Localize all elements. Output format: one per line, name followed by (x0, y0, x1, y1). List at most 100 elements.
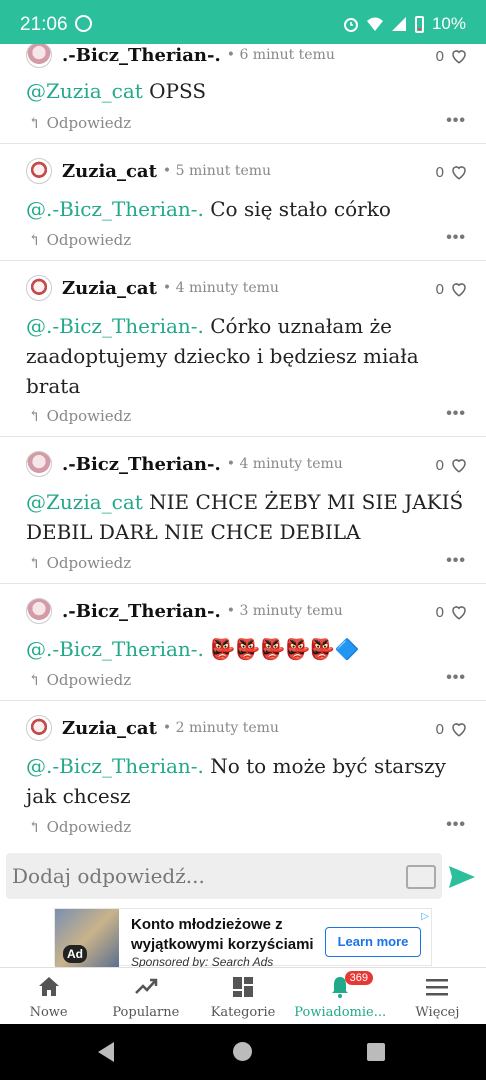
like-button[interactable]: 0 (436, 456, 468, 474)
mention-link[interactable]: @.-Bicz_Therian-. (26, 197, 204, 221)
comment-author[interactable]: .-Bicz_Therian-. (62, 45, 221, 66)
grid-icon (233, 977, 253, 997)
comment-time-value: 4 minuty temu (239, 456, 343, 472)
like-count: 0 (435, 47, 444, 65)
avatar[interactable] (26, 275, 52, 301)
tab-label: Popularne (112, 1005, 180, 1020)
tab-powiadomienia[interactable]: 369 Powiadomie... (292, 968, 389, 1024)
like-count: 0 (435, 720, 444, 738)
tab-nowe[interactable]: Nowe (0, 968, 97, 1024)
ad-card[interactable]: Ad Konto młodzieżowe z wyjątkowymi korzy… (54, 908, 432, 969)
comment-header: Zuzia_cat • 5 minut temu (26, 158, 271, 184)
comment-author[interactable]: Zuzia_cat (62, 278, 157, 299)
tab-kategorie[interactable]: Kategorie (194, 968, 291, 1024)
reply-button[interactable]: ↰ Odpowiedz (28, 671, 131, 689)
back-icon[interactable] (98, 1042, 114, 1062)
like-button[interactable]: 0 (436, 163, 468, 181)
learn-more-button[interactable]: Learn more (325, 927, 421, 957)
ad-badge: Ad (63, 945, 87, 963)
reply-label: Odpowiedz (46, 671, 132, 689)
comment-header: Zuzia_cat • 4 minuty temu (26, 275, 279, 301)
home-button-icon[interactable] (233, 1042, 252, 1061)
tab-wiecej[interactable]: Więcej (389, 968, 486, 1024)
reply-label: Odpowiedz (46, 554, 132, 572)
heart-icon (452, 283, 466, 297)
comment-text: 👺👺👺👺👺🔷 (210, 637, 360, 661)
recents-icon[interactable] (367, 1043, 385, 1061)
comment-author[interactable]: .-Bicz_Therian-. (62, 601, 221, 622)
comment-body: @Zuzia_cat OPSS (26, 76, 464, 106)
more-options-icon[interactable]: ••• (446, 552, 466, 570)
comment-author[interactable]: .-Bicz_Therian-. (62, 454, 221, 475)
menu-icon (426, 979, 449, 996)
adchoices-icon[interactable]: ▷ (421, 911, 429, 922)
ad-title[interactable]: Konto młodzieżowe z wyjątkowymi korzyści… (131, 915, 331, 955)
avatar[interactable] (26, 158, 52, 184)
like-button[interactable]: 0 (436, 603, 468, 621)
comment-time: • 2 minuty temu (162, 720, 279, 736)
reply-button[interactable]: ↰ Odpowiedz (28, 554, 131, 572)
comment-item: Zuzia_cat • 2 minuty temu 0 @.-Bicz_Ther… (0, 701, 486, 849)
reply-input[interactable]: Dodaj odpowiedź... (6, 853, 442, 899)
reply-icon: ↰ (28, 231, 41, 249)
reply-label: Odpowiedz (46, 818, 132, 836)
comment-header: .-Bicz_Therian-. • 6 minut temu (26, 44, 335, 68)
mention-link[interactable]: @Zuzia_cat (26, 490, 143, 514)
comment-time-value: 4 minuty temu (175, 280, 279, 296)
send-icon[interactable] (448, 865, 476, 889)
comment-time: • 6 minut temu (226, 47, 335, 63)
tab-popularne[interactable]: Popularne (97, 968, 194, 1024)
comment-item: Zuzia_cat • 4 minuty temu 0 @.-Bicz_Ther… (0, 261, 486, 437)
mention-link[interactable]: @Zuzia_cat (26, 79, 143, 103)
comment-text: OPSS (149, 79, 207, 103)
reply-button[interactable]: ↰ Odpowiedz (28, 231, 131, 249)
avatar[interactable] (26, 715, 52, 741)
like-button[interactable]: 0 (436, 47, 468, 65)
reply-button[interactable]: ↰ Odpowiedz (28, 114, 131, 132)
avatar[interactable] (26, 598, 52, 624)
mention-link[interactable]: @.-Bicz_Therian-. (26, 637, 204, 661)
reply-button[interactable]: ↰ Odpowiedz (28, 818, 131, 836)
comment-body: @.-Bicz_Therian-. 👺👺👺👺👺🔷 (26, 634, 464, 664)
home-icon (38, 977, 59, 996)
avatar[interactable] (26, 451, 52, 477)
more-options-icon[interactable]: ••• (446, 229, 466, 247)
comment-text: Co się stało córko (210, 197, 391, 221)
comment-author[interactable]: Zuzia_cat (62, 161, 157, 182)
heart-icon (452, 50, 466, 64)
comment-body: @Zuzia_cat NIE CHCE ŻEBY MI SIE JAKIŚ DE… (26, 487, 464, 547)
image-icon[interactable] (406, 865, 436, 889)
comment-time-value: 6 minut temu (239, 47, 335, 63)
ad-image[interactable]: Ad (55, 909, 119, 967)
more-options-icon[interactable]: ••• (446, 816, 466, 834)
comment-time-value: 2 minuty temu (175, 720, 279, 736)
comment-author[interactable]: Zuzia_cat (62, 718, 157, 739)
comment-header: .-Bicz_Therian-. • 4 minuty temu (26, 451, 343, 477)
battery-icon (414, 15, 424, 33)
like-count: 0 (435, 280, 444, 298)
mention-link[interactable]: @.-Bicz_Therian-. (26, 754, 204, 778)
tab-label: Nowe (29, 1005, 68, 1020)
reply-button[interactable]: ↰ Odpowiedz (28, 407, 131, 425)
like-button[interactable]: 0 (436, 280, 468, 298)
battery-percent: 10% (431, 14, 466, 33)
more-options-icon[interactable]: ••• (446, 112, 466, 130)
wifi-icon (366, 17, 383, 31)
like-button[interactable]: 0 (436, 720, 468, 738)
signal-icon (391, 17, 406, 31)
avatar[interactable] (26, 44, 52, 68)
reply-label: Odpowiedz (46, 114, 132, 132)
comment-time-value: 3 minuty temu (239, 603, 343, 619)
bottom-tab-bar: Nowe Popularne Kategorie 369 Powiadomie.… (0, 967, 486, 1024)
comment-time-value: 5 minut temu (175, 163, 272, 179)
more-options-icon[interactable]: ••• (446, 405, 466, 423)
comment-item: .-Bicz_Therian-. • 4 minuty temu 0 @Zuzi… (0, 437, 486, 584)
reply-label: Odpowiedz (46, 407, 132, 425)
ad-banner[interactable]: Ad Konto młodzieżowe z wyjątkowymi korzy… (0, 905, 486, 969)
comment-list[interactable]: .-Bicz_Therian-. • 6 minut temu 0 @Zuzia… (0, 44, 486, 849)
mention-link[interactable]: @.-Bicz_Therian-. (26, 314, 204, 338)
more-options-icon[interactable]: ••• (446, 669, 466, 687)
reply-composer: Dodaj odpowiedź... (0, 849, 486, 905)
comment-item: .-Bicz_Therian-. • 3 minuty temu 0 @.-Bi… (0, 584, 486, 701)
alarm-icon (343, 18, 358, 32)
